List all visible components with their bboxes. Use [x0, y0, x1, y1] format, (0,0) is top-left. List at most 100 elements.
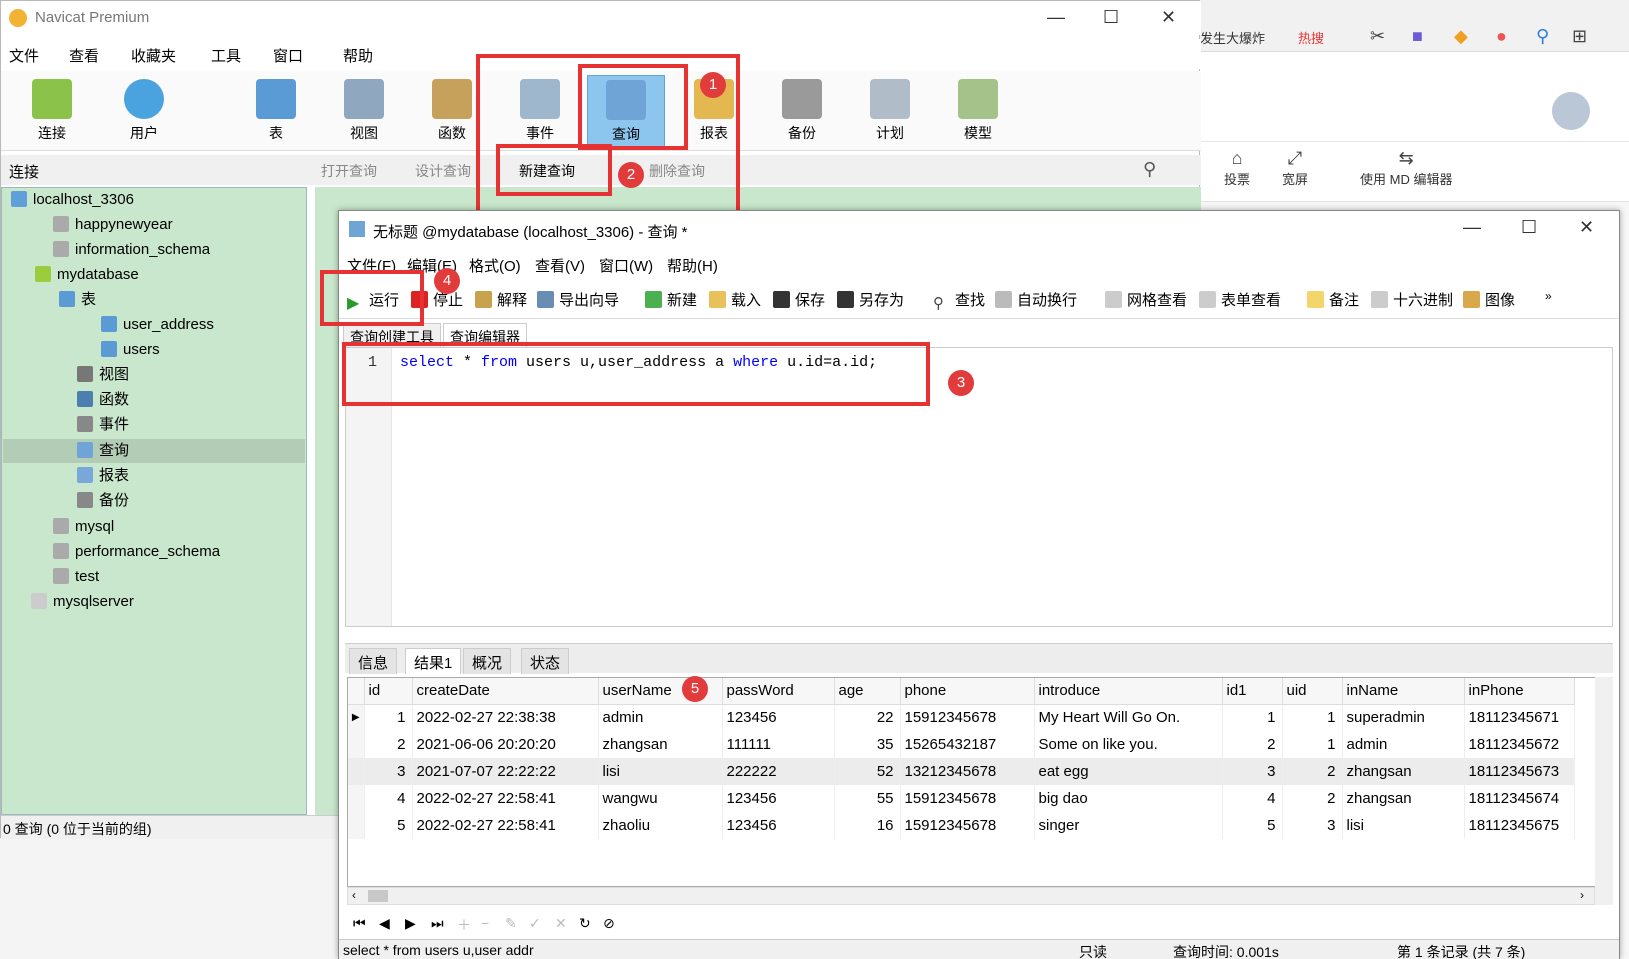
table-cell[interactable]: My Heart Will Go On. — [1034, 704, 1223, 731]
table-cell[interactable]: big dao — [1034, 785, 1223, 812]
col-header[interactable]: inName — [1342, 678, 1465, 705]
ribbon-connection-button[interactable]: 连接 — [13, 75, 91, 149]
tree-node-mysql[interactable]: mysql — [53, 515, 114, 539]
tree-node-queries[interactable]: 查询 — [77, 439, 129, 463]
table-cell[interactable]: 2021-06-06 20:20:20 — [412, 731, 599, 758]
image-button[interactable]: 图像 — [1463, 289, 1515, 310]
table-cell[interactable]: lisi — [1342, 812, 1465, 839]
avatar[interactable] — [1552, 92, 1590, 130]
edit-record-icon[interactable]: ✎ — [505, 915, 517, 932]
table-cell[interactable]: zhangsan — [1342, 785, 1465, 812]
close-icon[interactable]: ✕ — [1579, 217, 1594, 238]
tree-node-views[interactable]: 视图 — [77, 363, 129, 387]
find-button[interactable]: ⚲ 查找 — [933, 289, 985, 312]
scroll-left-icon[interactable]: ‹ — [352, 888, 356, 902]
tree-node-tables[interactable]: 表 — [59, 288, 96, 312]
minimize-icon[interactable]: — — [1047, 7, 1065, 28]
table-cell[interactable]: 4 — [1222, 785, 1283, 812]
table-cell[interactable]: 3 — [1282, 812, 1343, 839]
table-cell[interactable]: 5 — [1222, 812, 1283, 839]
tree-node-mysqlserver[interactable]: mysqlserver — [31, 590, 134, 614]
table-cell[interactable]: 2 — [1282, 785, 1343, 812]
table-cell[interactable]: zhangsan — [1342, 758, 1465, 785]
search-icon[interactable]: ⚲ — [1143, 159, 1156, 180]
qmenu-window[interactable]: 窗口(W) — [599, 255, 653, 276]
table-cell[interactable]: 1 — [364, 704, 413, 731]
tree-node-localhost[interactable]: localhost_3306 — [11, 188, 134, 212]
table-cell[interactable]: zhangsan — [598, 731, 723, 758]
table-cell[interactable]: 1 — [1282, 731, 1343, 758]
qmenu-view[interactable]: 查看(V) — [535, 255, 585, 276]
menu-file[interactable]: 文件 — [9, 45, 39, 66]
scroll-right-icon[interactable]: › — [1580, 888, 1584, 902]
cancel-icon[interactable]: ✕ — [555, 915, 567, 932]
vote-tool[interactable]: ⌂ 投票 — [1224, 148, 1250, 188]
tree-node-happynewyear[interactable]: happynewyear — [53, 213, 173, 237]
table-cell[interactable]: 2022-02-27 22:38:38 — [412, 704, 599, 731]
ribbon-model-button[interactable]: 模型 — [939, 75, 1017, 149]
table-cell[interactable]: 2 — [364, 731, 413, 758]
table-cell[interactable]: 15912345678 — [900, 812, 1035, 839]
qmenu-help[interactable]: 帮助(H) — [667, 255, 718, 276]
first-record-icon[interactable]: ⏮ — [353, 915, 366, 932]
table-row[interactable]: ▶ 1 2022-02-27 22:38:38 admin 123456 22 159123… — [348, 704, 1575, 731]
close-icon[interactable]: ✕ — [1161, 7, 1176, 28]
table-cell[interactable]: 1 — [1222, 704, 1283, 731]
table-cell[interactable]: Some on like you. — [1034, 731, 1223, 758]
table-cell[interactable]: 18112345675 — [1464, 812, 1575, 839]
qmenu-format[interactable]: 格式(O) — [469, 255, 521, 276]
table-cell[interactable]: 123456 — [722, 704, 835, 731]
tab-profile[interactable]: 概况 — [463, 648, 512, 674]
ribbon-user-button[interactable]: 用户 — [105, 75, 183, 149]
table-cell[interactable]: 5 — [364, 812, 413, 839]
grid-view-button[interactable]: 网格查看 — [1105, 289, 1187, 310]
search-icon[interactable]: ⚲ — [1536, 26, 1549, 47]
col-header[interactable]: phone — [900, 678, 1035, 705]
table-cell[interactable]: 222222 — [722, 758, 835, 785]
tree-node-performance-schema[interactable]: performance_schema — [53, 540, 220, 564]
tree-node-mydatabase[interactable]: mydatabase — [35, 263, 139, 287]
row-selector[interactable]: ▶ — [348, 704, 365, 731]
tree-node-test[interactable]: test — [53, 565, 99, 589]
menu-help[interactable]: 帮助 — [343, 45, 373, 66]
tree-node-information-schema[interactable]: information_schema — [53, 238, 210, 262]
col-header[interactable]: passWord — [722, 678, 835, 705]
row-selector[interactable] — [348, 785, 365, 812]
minimize-icon[interactable]: — — [1463, 217, 1481, 238]
tab-result1[interactable]: 结果1 — [405, 648, 462, 674]
tab-status[interactable]: 状态 — [521, 648, 570, 674]
word-wrap-button[interactable]: 自动换行 — [995, 289, 1077, 310]
game-icon[interactable]: ● — [1496, 26, 1507, 47]
overflow-chevron-icon[interactable]: » — [1545, 289, 1552, 303]
table-cell[interactable]: 18112345674 — [1464, 785, 1575, 812]
table-cell[interactable]: 4 — [364, 785, 413, 812]
ribbon-view-button[interactable]: 视图 — [325, 75, 403, 149]
table-cell[interactable]: 111111 — [722, 731, 835, 758]
table-cell[interactable]: singer — [1034, 812, 1223, 839]
tree-node-functions[interactable]: 函数 — [77, 388, 129, 412]
browser-hot-search[interactable]: 热搜 — [1298, 28, 1324, 47]
table-cell[interactable]: admin — [1342, 731, 1465, 758]
table-cell[interactable]: 15265432187 — [900, 731, 1035, 758]
col-header[interactable]: uid — [1282, 678, 1343, 705]
apply-icon[interactable]: ✓ — [529, 915, 541, 932]
menu-favorites[interactable]: 收藏夹 — [131, 45, 176, 66]
col-header[interactable]: createDate — [412, 678, 599, 705]
export-wizard-button[interactable]: 导出向导 — [537, 289, 619, 310]
table-cell[interactable]: eat egg — [1034, 758, 1223, 785]
table-cell[interactable]: 55 — [834, 785, 901, 812]
delete-record-icon[interactable]: − — [481, 915, 489, 931]
ribbon-schedule-button[interactable]: 计划 — [851, 75, 929, 149]
translate-icon[interactable]: ■ — [1412, 26, 1423, 47]
prev-record-icon[interactable]: ◀ — [379, 915, 390, 932]
table-cell[interactable]: 3 — [1222, 758, 1283, 785]
col-header[interactable]: inPhone — [1464, 678, 1575, 705]
new-button[interactable]: 新建 — [645, 289, 697, 310]
last-record-icon[interactable]: ⏭ — [431, 915, 444, 932]
browser-hot-text[interactable]: 发生大爆炸 — [1200, 28, 1265, 47]
table-cell[interactable]: superadmin — [1342, 704, 1465, 731]
row-selector[interactable] — [348, 758, 365, 785]
widescreen-tool[interactable]: ⤢ 宽屏 — [1282, 148, 1308, 188]
tab-info[interactable]: 信息 — [349, 648, 398, 674]
apps-grid-icon[interactable]: ⊞ — [1572, 26, 1587, 47]
